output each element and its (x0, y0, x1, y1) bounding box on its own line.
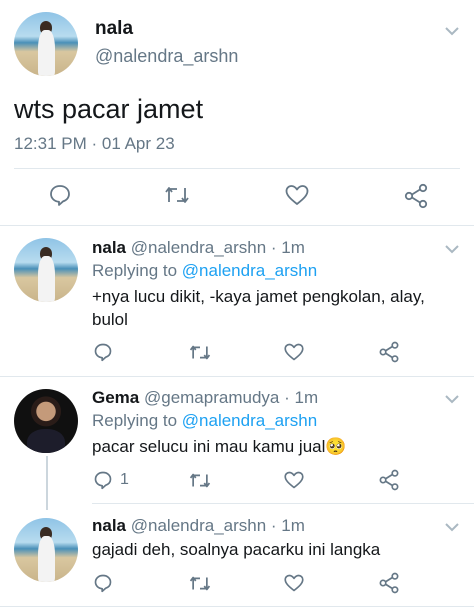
heart-icon[interactable] (282, 341, 306, 363)
heart-icon[interactable] (283, 182, 311, 208)
time: · 1m (270, 238, 305, 257)
reply-text: +nya lucu dikit, -kaya jamet pengkolan, … (92, 287, 425, 329)
timestamp: 12:31 PM · 01 Apr 23 (14, 134, 175, 153)
chevron-down-icon[interactable] (441, 390, 463, 408)
replying-label: Replying to (92, 261, 182, 280)
divider (0, 225, 474, 226)
time: · 1m (270, 516, 305, 535)
avatar[interactable] (14, 238, 78, 302)
heart-icon[interactable] (282, 469, 306, 491)
reply-icon[interactable] (92, 469, 114, 491)
retweet-icon[interactable] (187, 572, 213, 594)
display-name[interactable]: Gema (92, 388, 139, 407)
retweet-icon[interactable] (187, 469, 213, 491)
reply-text: gajadi deh, soalnya pacarku ini langka (92, 540, 381, 559)
handle[interactable]: @nalendra_arshn (131, 516, 266, 535)
handle[interactable]: @gemapramudya (144, 388, 279, 407)
reply-text: pacar selucu ini mau kamu jual🥺 (92, 437, 347, 456)
avatar[interactable] (14, 12, 78, 76)
divider (14, 168, 460, 169)
replying-label: Replying to (92, 411, 182, 430)
tweet-text: wts pacar jamet (14, 94, 204, 124)
replying-to-link[interactable]: @nalendra_arshn (182, 411, 317, 430)
share-icon[interactable] (402, 182, 430, 210)
divider (92, 503, 474, 504)
chevron-down-icon[interactable] (441, 22, 463, 40)
time: · 1m (284, 388, 319, 407)
reply-icon[interactable] (47, 182, 73, 208)
replying-to-link[interactable]: @nalendra_arshn (182, 261, 317, 280)
handle[interactable]: @nalendra_arshn (95, 46, 238, 67)
share-icon[interactable] (377, 572, 401, 594)
retweet-icon[interactable] (187, 341, 213, 363)
handle[interactable]: @nalendra_arshn (131, 238, 266, 257)
display-name[interactable]: nala (92, 238, 126, 257)
retweet-icon[interactable] (162, 182, 192, 208)
thread-line (46, 456, 48, 510)
avatar[interactable] (14, 518, 78, 582)
heart-icon[interactable] (282, 572, 306, 594)
avatar[interactable] (14, 389, 78, 453)
share-icon[interactable] (377, 341, 401, 363)
display-name[interactable]: nala (95, 18, 133, 40)
chevron-down-icon[interactable] (441, 240, 463, 258)
divider (0, 376, 474, 377)
divider (0, 606, 474, 607)
reply-icon[interactable] (92, 572, 114, 594)
share-icon[interactable] (377, 469, 401, 491)
chevron-down-icon[interactable] (441, 518, 463, 536)
display-name[interactable]: nala (92, 516, 126, 535)
reply-icon[interactable] (92, 341, 114, 363)
reply-count: 1 (120, 471, 129, 488)
